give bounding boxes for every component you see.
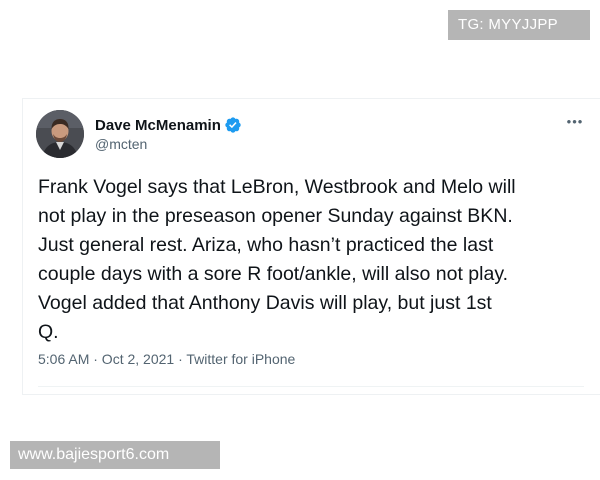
author-handle[interactable]: @mcten (95, 136, 147, 152)
tweet-text-line: Q. (38, 321, 59, 343)
profile-photo-icon (36, 110, 84, 158)
tweet-text-line: couple days with a sore R foot/ankle, wi… (38, 263, 509, 285)
tweet-text-line: not play in the preseason opener Sunday … (38, 205, 513, 227)
verified-badge-icon (225, 117, 241, 133)
more-options-button[interactable]: ••• (563, 112, 587, 132)
author-name[interactable]: Dave McMenamin (95, 117, 221, 134)
tweet-text-line: Just general rest. Ariza, who hasn’t pra… (38, 234, 494, 256)
tweet-text: Frank Vogel says that LeBron, Westbrook … (38, 173, 593, 347)
watermark-top-right: TG: MYYJJPP (448, 10, 590, 40)
author-name-row[interactable]: Dave McMenamin (95, 116, 242, 134)
tweet-text-line: Vogel added that Anthony Davis will play… (38, 292, 492, 314)
divider (38, 386, 584, 387)
tweet-timestamp[interactable]: 5:06 AM · Oct 2, 2021 · Twitter for iPho… (38, 351, 295, 367)
tweet-text-line: Frank Vogel says that LeBron, Westbrook … (38, 176, 516, 198)
watermark-bottom-left: www.bajiesport6.com (10, 441, 220, 469)
avatar[interactable] (36, 110, 84, 158)
